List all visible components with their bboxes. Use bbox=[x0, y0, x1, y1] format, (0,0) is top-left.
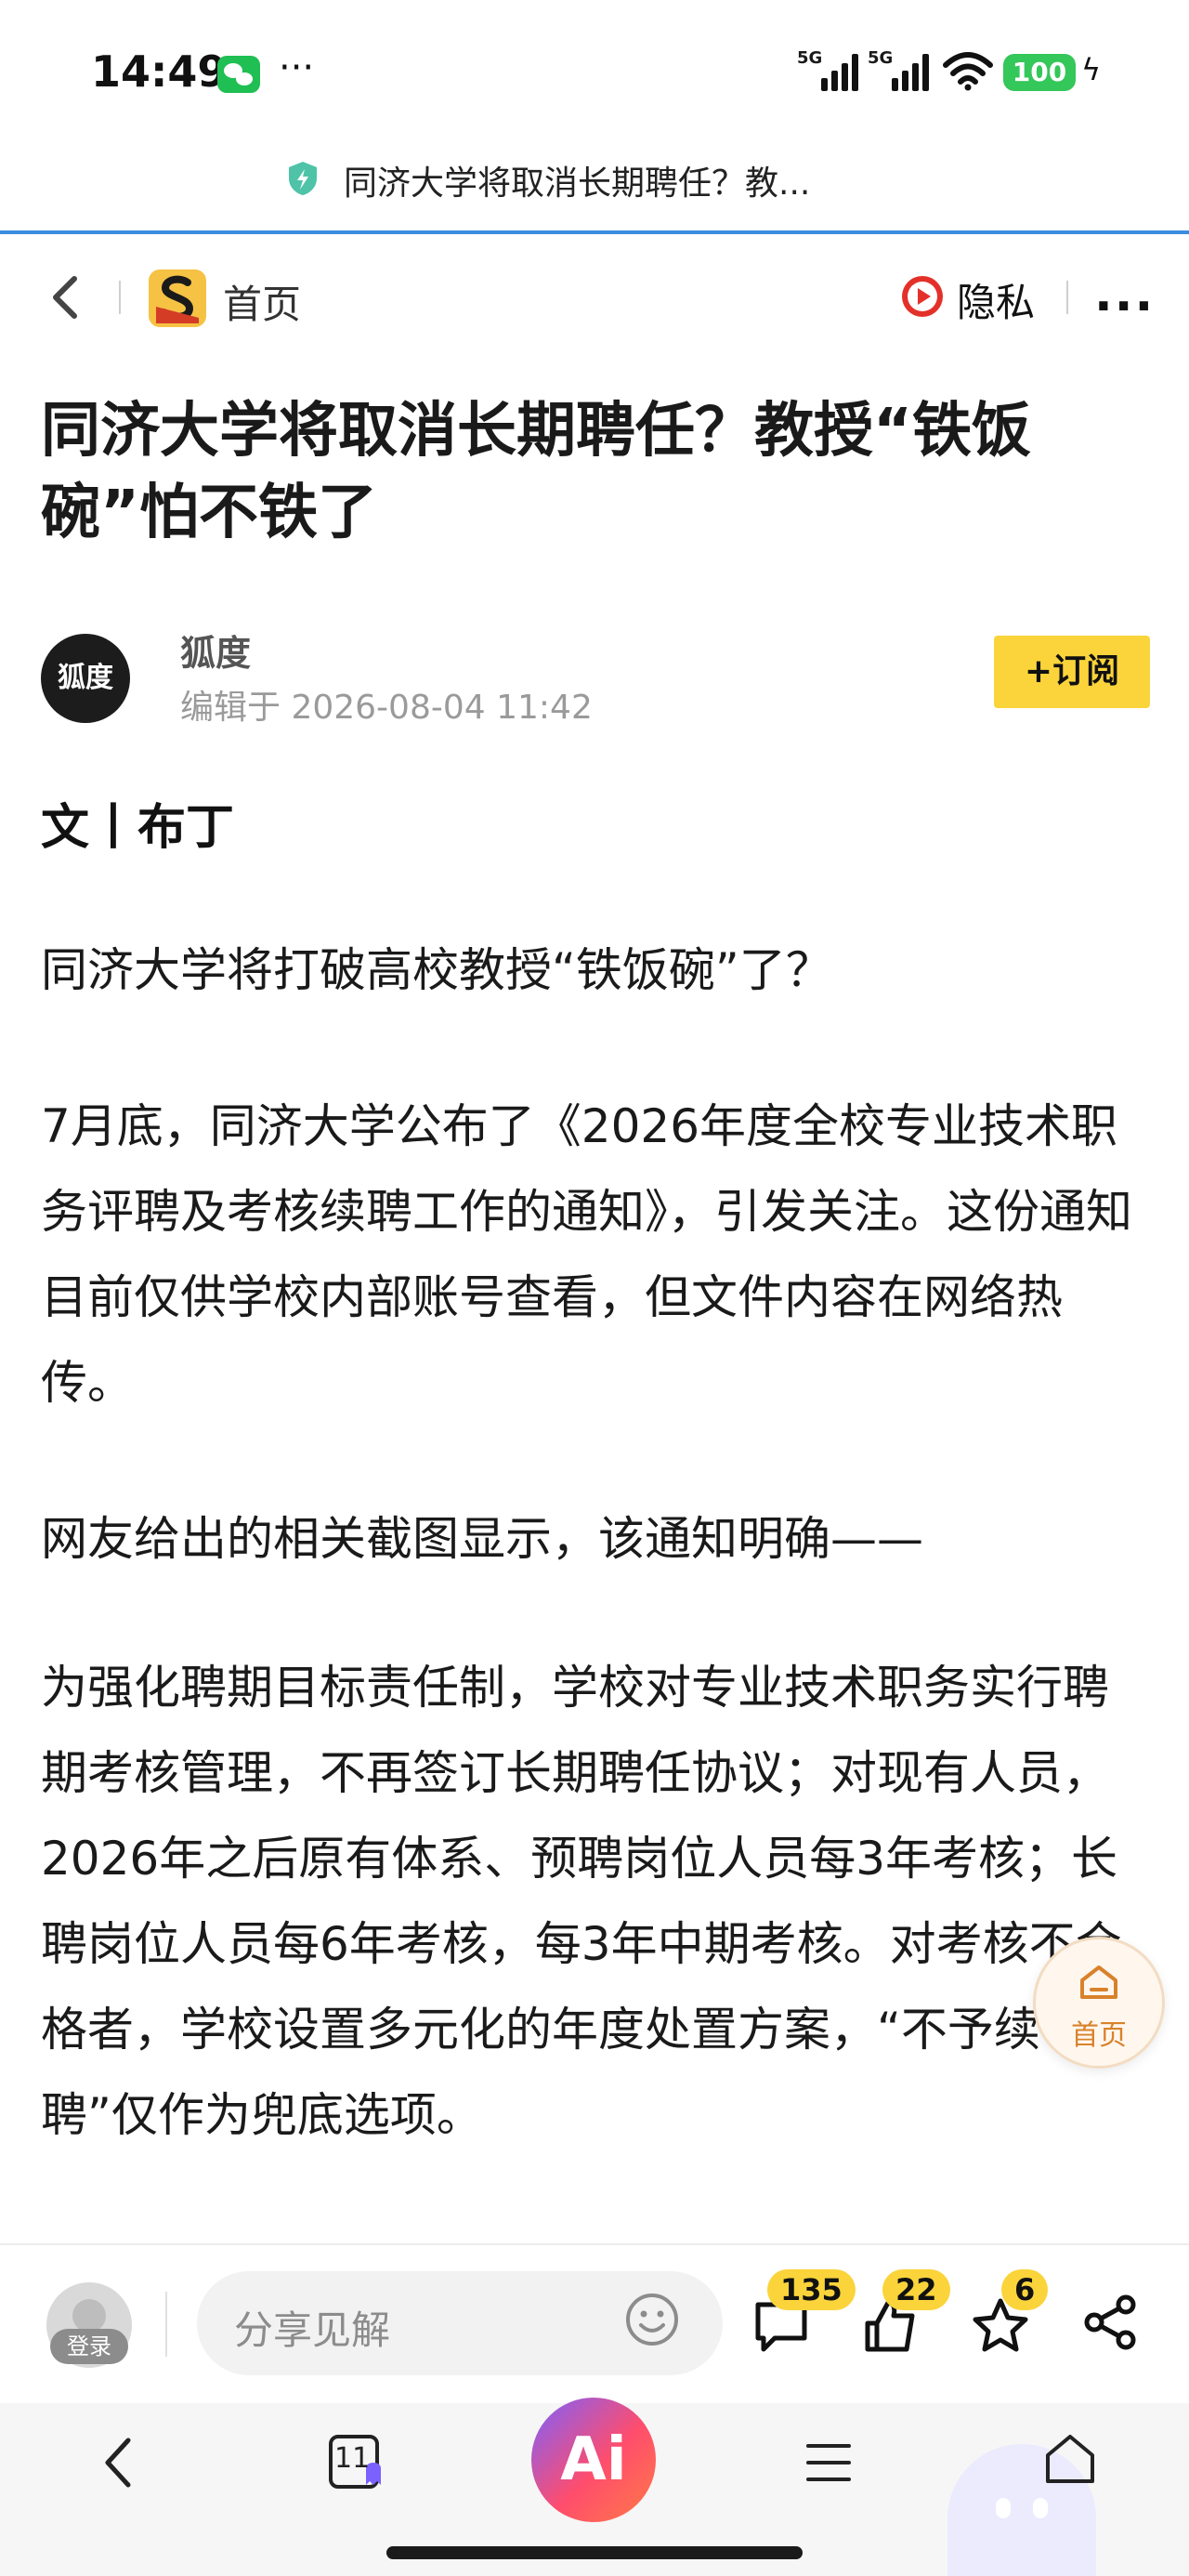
article-paragraph: 同济大学将打破高校教授“铁饭碗”了？ bbox=[41, 943, 832, 997]
status-more-icon: ··· bbox=[279, 46, 315, 89]
ai-assistant-button[interactable]: Ai bbox=[531, 2398, 656, 2522]
article-title: 同济大学将取消长期聘任？教授“铁饭碗”怕不铁了 bbox=[41, 397, 1032, 547]
article-byline: 文丨布丁 bbox=[41, 800, 235, 856]
signal-icon: 5G bbox=[868, 48, 933, 91]
sohu-logo-icon[interactable] bbox=[149, 269, 206, 327]
divider bbox=[165, 2292, 167, 2357]
nav-back-icon[interactable] bbox=[97, 2433, 141, 2492]
share-input-placeholder[interactable]: 分享见解 bbox=[234, 2299, 390, 2356]
more-menu-icon[interactable]: ··· bbox=[1094, 279, 1155, 335]
status-bar: 14:49 ··· 5G 5G 100 ϟ bbox=[0, 0, 1189, 149]
emoji-icon[interactable] bbox=[624, 2292, 680, 2347]
menu-icon[interactable] bbox=[803, 2437, 855, 2489]
article-paragraph: 为强化聘期目标责任制，学校对专业技术职务实行聘期考核管理，不再签订长期聘任协议；… bbox=[41, 1661, 1122, 2142]
privacy-play-icon[interactable] bbox=[899, 273, 946, 320]
shield-icon bbox=[289, 162, 317, 195]
like-count-badge: 22 bbox=[882, 2269, 950, 2310]
tabs-count: 11 bbox=[334, 2442, 371, 2475]
divider bbox=[1066, 281, 1068, 314]
status-time: 14:49 bbox=[91, 46, 228, 97]
url-title[interactable]: 同济大学将取消长期聘任？教... bbox=[344, 156, 810, 204]
battery-icon: 100 bbox=[1003, 54, 1076, 91]
page-load-divider bbox=[0, 230, 1189, 234]
divider bbox=[119, 281, 121, 314]
wifi-icon bbox=[943, 52, 993, 91]
floating-home-button[interactable]: 首页 bbox=[1033, 1937, 1165, 2069]
author-name[interactable]: 狐度 bbox=[180, 624, 251, 676]
wechat-icon bbox=[217, 56, 260, 93]
article-paragraph: 网友给出的相关截图显示，该通知明确—— bbox=[41, 1512, 923, 1566]
tabs-button[interactable]: 11 bbox=[327, 2433, 386, 2492]
author-avatar[interactable]: 狐度 bbox=[41, 634, 130, 723]
favorite-count-badge: 6 bbox=[1001, 2269, 1049, 2310]
home-link[interactable]: 首页 bbox=[223, 273, 301, 330]
home-icon[interactable] bbox=[1040, 2429, 1100, 2489]
article-paragraph: 7月底，同济大学公布了《2026年度全校专业技术职务评聘及考核续聘工作的通知》，… bbox=[41, 1099, 1132, 1410]
floating-home-label: 首页 bbox=[1071, 2019, 1127, 2052]
edited-time: 编辑于 2026-08-04 11:42 bbox=[180, 689, 593, 727]
house-icon bbox=[1080, 1965, 1117, 1999]
home-indicator[interactable] bbox=[386, 2546, 803, 2559]
subscribe-button[interactable]: +订阅 bbox=[994, 636, 1150, 708]
signal-icon: 5G bbox=[797, 48, 862, 91]
share-icon[interactable] bbox=[1079, 2292, 1141, 2353]
charging-icon: ϟ bbox=[1081, 52, 1102, 87]
back-arrow-icon[interactable] bbox=[46, 271, 84, 323]
login-button[interactable]: 登录 bbox=[50, 2329, 128, 2364]
privacy-button[interactable]: 隐私 bbox=[957, 271, 1035, 328]
comment-count-badge: 135 bbox=[767, 2269, 856, 2310]
